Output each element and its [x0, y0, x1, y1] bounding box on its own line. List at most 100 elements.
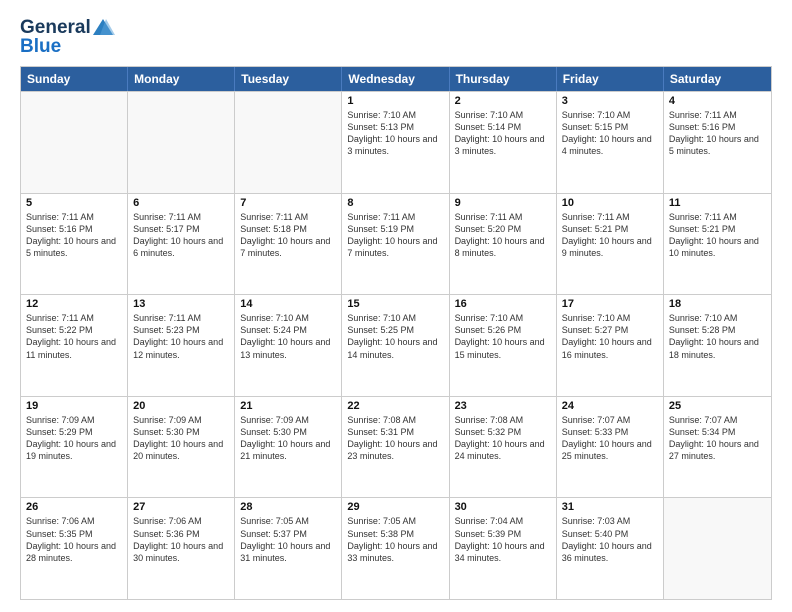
day-info: Sunrise: 7:10 AMSunset: 5:15 PMDaylight:… — [562, 109, 658, 158]
day-info: Sunrise: 7:11 AMSunset: 5:18 PMDaylight:… — [240, 211, 336, 260]
day-info: Sunrise: 7:11 AMSunset: 5:17 PMDaylight:… — [133, 211, 229, 260]
day-info: Sunrise: 7:05 AMSunset: 5:37 PMDaylight:… — [240, 515, 336, 564]
page: General Blue SundayMondayTuesdayWednesda… — [0, 0, 792, 612]
day-number: 19 — [26, 400, 122, 412]
day-info: Sunrise: 7:10 AMSunset: 5:24 PMDaylight:… — [240, 312, 336, 361]
header: General Blue — [20, 16, 772, 58]
day-info: Sunrise: 7:10 AMSunset: 5:27 PMDaylight:… — [562, 312, 658, 361]
header-cell-monday: Monday — [128, 67, 235, 91]
day-number: 12 — [26, 298, 122, 310]
day-info: Sunrise: 7:07 AMSunset: 5:33 PMDaylight:… — [562, 414, 658, 463]
day-number: 2 — [455, 95, 551, 107]
cal-cell-28: 28 Sunrise: 7:05 AMSunset: 5:37 PMDayligh… — [235, 498, 342, 599]
day-info: Sunrise: 7:09 AMSunset: 5:29 PMDaylight:… — [26, 414, 122, 463]
day-number: 16 — [455, 298, 551, 310]
cal-cell-1: 1 Sunrise: 7:10 AMSunset: 5:13 PMDaylight… — [342, 92, 449, 193]
logo: General Blue — [20, 16, 115, 58]
day-number: 27 — [133, 501, 229, 513]
day-info: Sunrise: 7:11 AMSunset: 5:20 PMDaylight:… — [455, 211, 551, 260]
day-info: Sunrise: 7:11 AMSunset: 5:22 PMDaylight:… — [26, 312, 122, 361]
cal-cell-4: 4 Sunrise: 7:11 AMSunset: 5:16 PMDaylight… — [664, 92, 771, 193]
day-number: 8 — [347, 197, 443, 209]
day-info: Sunrise: 7:11 AMSunset: 5:16 PMDaylight:… — [669, 109, 766, 158]
cal-cell-18: 18 Sunrise: 7:10 AMSunset: 5:28 PMDayligh… — [664, 295, 771, 396]
day-info: Sunrise: 7:11 AMSunset: 5:21 PMDaylight:… — [669, 211, 766, 260]
day-number: 1 — [347, 95, 443, 107]
day-number: 5 — [26, 197, 122, 209]
day-number: 4 — [669, 95, 766, 107]
header-cell-thursday: Thursday — [450, 67, 557, 91]
calendar-row-5: 26Sunrise: 7:06 AMSunset: 5:35 PMDayligh… — [21, 497, 771, 599]
cal-cell-30: 30Sunrise: 7:04 AMSunset: 5:39 PMDayligh… — [450, 498, 557, 599]
cal-cell-11: 11 Sunrise: 7:11 AMSunset: 5:21 PMDayligh… — [664, 194, 771, 295]
day-info: Sunrise: 7:10 AMSunset: 5:28 PMDaylight:… — [669, 312, 766, 361]
day-info: Sunrise: 7:05 AMSunset: 5:38 PMDaylight:… — [347, 515, 443, 564]
cal-cell-24: 24 Sunrise: 7:07 AMSunset: 5:33 PMDayligh… — [557, 397, 664, 498]
day-number: 15 — [347, 298, 443, 310]
calendar-header-row: SundayMondayTuesdayWednesdayThursdayFrid… — [21, 67, 771, 91]
cal-cell-9: 9 Sunrise: 7:11 AMSunset: 5:20 PMDaylight… — [450, 194, 557, 295]
cal-cell-20: 20Sunrise: 7:09 AMSunset: 5:30 PMDayligh… — [128, 397, 235, 498]
day-info: Sunrise: 7:07 AMSunset: 5:34 PMDaylight:… — [669, 414, 766, 463]
cal-cell-12: 12 Sunrise: 7:11 AMSunset: 5:22 PMDayligh… — [21, 295, 128, 396]
day-info: Sunrise: 7:11 AMSunset: 5:21 PMDaylight:… — [562, 211, 658, 260]
cal-cell-empty-2 — [235, 92, 342, 193]
day-info: Sunrise: 7:08 AMSunset: 5:32 PMDaylight:… — [455, 414, 551, 463]
calendar-row-1: 1 Sunrise: 7:10 AMSunset: 5:13 PMDaylight… — [21, 91, 771, 193]
cal-cell-16: 16 Sunrise: 7:10 AMSunset: 5:26 PMDayligh… — [450, 295, 557, 396]
day-info: Sunrise: 7:10 AMSunset: 5:25 PMDaylight:… — [347, 312, 443, 361]
cal-cell-2: 2 Sunrise: 7:10 AMSunset: 5:14 PMDaylight… — [450, 92, 557, 193]
header-cell-tuesday: Tuesday — [235, 67, 342, 91]
day-number: 14 — [240, 298, 336, 310]
day-number: 7 — [240, 197, 336, 209]
cal-cell-25: 25 Sunrise: 7:07 AMSunset: 5:34 PMDayligh… — [664, 397, 771, 498]
cal-cell-31: 31Sunrise: 7:03 AMSunset: 5:40 PMDayligh… — [557, 498, 664, 599]
cal-cell-7: 7 Sunrise: 7:11 AMSunset: 5:18 PMDaylight… — [235, 194, 342, 295]
day-number: 9 — [455, 197, 551, 209]
logo-blue-text: Blue — [20, 36, 61, 58]
day-info: Sunrise: 7:11 AMSunset: 5:23 PMDaylight:… — [133, 312, 229, 361]
cal-cell-23: 23 Sunrise: 7:08 AMSunset: 5:32 PMDayligh… — [450, 397, 557, 498]
day-number: 20 — [133, 400, 229, 412]
cal-cell-8: 8Sunrise: 7:11 AMSunset: 5:19 PMDaylight… — [342, 194, 449, 295]
day-info: Sunrise: 7:10 AMSunset: 5:14 PMDaylight:… — [455, 109, 551, 158]
day-info: Sunrise: 7:06 AMSunset: 5:36 PMDaylight:… — [133, 515, 229, 564]
day-info: Sunrise: 7:06 AMSunset: 5:35 PMDaylight:… — [26, 515, 122, 564]
day-number: 22 — [347, 400, 443, 412]
calendar-row-3: 12 Sunrise: 7:11 AMSunset: 5:22 PMDayligh… — [21, 294, 771, 396]
cal-cell-14: 14 Sunrise: 7:10 AMSunset: 5:24 PMDayligh… — [235, 295, 342, 396]
day-info: Sunrise: 7:04 AMSunset: 5:39 PMDaylight:… — [455, 515, 551, 564]
header-cell-sunday: Sunday — [21, 67, 128, 91]
day-number: 24 — [562, 400, 658, 412]
calendar-body: 1 Sunrise: 7:10 AMSunset: 5:13 PMDaylight… — [21, 91, 771, 599]
calendar-row-4: 19 Sunrise: 7:09 AMSunset: 5:29 PMDayligh… — [21, 396, 771, 498]
cal-cell-17: 17Sunrise: 7:10 AMSunset: 5:27 PMDayligh… — [557, 295, 664, 396]
day-number: 10 — [562, 197, 658, 209]
day-info: Sunrise: 7:08 AMSunset: 5:31 PMDaylight:… — [347, 414, 443, 463]
day-number: 11 — [669, 197, 766, 209]
day-number: 25 — [669, 400, 766, 412]
day-number: 13 — [133, 298, 229, 310]
day-info: Sunrise: 7:10 AMSunset: 5:26 PMDaylight:… — [455, 312, 551, 361]
day-info: Sunrise: 7:10 AMSunset: 5:13 PMDaylight:… — [347, 109, 443, 158]
cal-cell-22: 22 Sunrise: 7:08 AMSunset: 5:31 PMDayligh… — [342, 397, 449, 498]
day-number: 23 — [455, 400, 551, 412]
cal-cell-29: 29 Sunrise: 7:05 AMSunset: 5:38 PMDayligh… — [342, 498, 449, 599]
header-cell-friday: Friday — [557, 67, 664, 91]
cal-cell-27: 27 Sunrise: 7:06 AMSunset: 5:36 PMDayligh… — [128, 498, 235, 599]
calendar: SundayMondayTuesdayWednesdayThursdayFrid… — [20, 66, 772, 600]
cal-cell-3: 3 Sunrise: 7:10 AMSunset: 5:15 PMDaylight… — [557, 92, 664, 193]
cal-cell-21: 21Sunrise: 7:09 AMSunset: 5:30 PMDayligh… — [235, 397, 342, 498]
day-number: 28 — [240, 501, 336, 513]
calendar-row-2: 5Sunrise: 7:11 AMSunset: 5:16 PMDaylight… — [21, 193, 771, 295]
logo-icon — [91, 16, 115, 40]
day-number: 18 — [669, 298, 766, 310]
day-number: 3 — [562, 95, 658, 107]
cal-cell-empty-6 — [664, 498, 771, 599]
day-number: 29 — [347, 501, 443, 513]
cal-cell-19: 19 Sunrise: 7:09 AMSunset: 5:29 PMDayligh… — [21, 397, 128, 498]
cal-cell-15: 15 Sunrise: 7:10 AMSunset: 5:25 PMDayligh… — [342, 295, 449, 396]
cal-cell-empty-1 — [128, 92, 235, 193]
day-number: 31 — [562, 501, 658, 513]
day-info: Sunrise: 7:09 AMSunset: 5:30 PMDaylight:… — [240, 414, 336, 463]
